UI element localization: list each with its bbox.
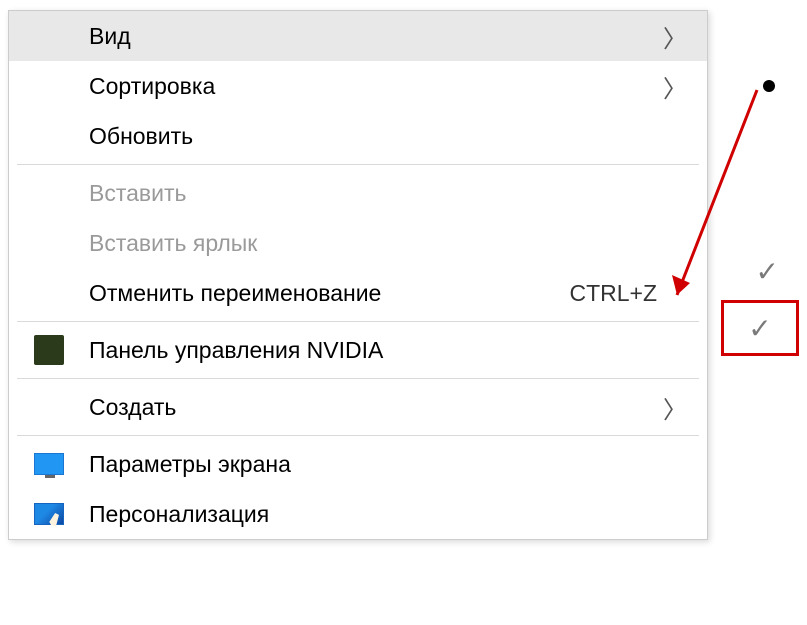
menu-separator <box>17 435 699 436</box>
menu-item-paste: Вставить <box>9 168 707 218</box>
menu-separator <box>17 378 699 379</box>
menu-label: Создать <box>89 394 663 421</box>
desktop-context-menu: Вид 〉 Сортировка 〉 Обновить Вставить Вст… <box>8 10 708 540</box>
menu-separator <box>17 321 699 322</box>
menu-separator <box>17 164 699 165</box>
menu-item-new[interactable]: Создать 〉 <box>9 382 707 432</box>
highlight-box: ✓ <box>721 300 799 356</box>
chevron-right-icon: 〉 <box>663 69 687 104</box>
menu-item-refresh[interactable]: Обновить <box>9 111 707 161</box>
check-icon: ✓ <box>756 255 779 288</box>
menu-item-personalize[interactable]: Персонализация <box>9 489 707 539</box>
menu-item-view[interactable]: Вид 〉 <box>9 11 707 61</box>
menu-item-nvidia[interactable]: Панель управления NVIDIA <box>9 325 707 375</box>
menu-label: Отменить переименование <box>89 280 569 307</box>
menu-shortcut: CTRL+Z <box>569 280 657 307</box>
chevron-right-icon: 〉 <box>663 19 687 54</box>
menu-label: Панель управления NVIDIA <box>89 337 687 364</box>
menu-label: Вставить ярлык <box>89 230 687 257</box>
check-icon: ✓ <box>748 312 771 345</box>
menu-label: Персонализация <box>89 501 687 528</box>
menu-label: Параметры экрана <box>89 451 687 478</box>
menu-label: Вид <box>89 23 663 50</box>
menu-label: Обновить <box>89 123 687 150</box>
menu-item-sort[interactable]: Сортировка 〉 <box>9 61 707 111</box>
chevron-right-icon: 〉 <box>663 390 687 425</box>
menu-item-undo-rename[interactable]: Отменить переименование CTRL+Z <box>9 268 707 318</box>
bullet-icon <box>763 80 775 92</box>
menu-label: Сортировка <box>89 73 663 100</box>
menu-label: Вставить <box>89 180 687 207</box>
submenu-panel: ✓ ✓ <box>717 0 807 625</box>
menu-item-display-settings[interactable]: Параметры экрана <box>9 439 707 489</box>
personalize-icon <box>33 498 65 530</box>
display-icon <box>33 448 65 480</box>
menu-item-paste-shortcut: Вставить ярлык <box>9 218 707 268</box>
nvidia-icon <box>33 334 65 366</box>
